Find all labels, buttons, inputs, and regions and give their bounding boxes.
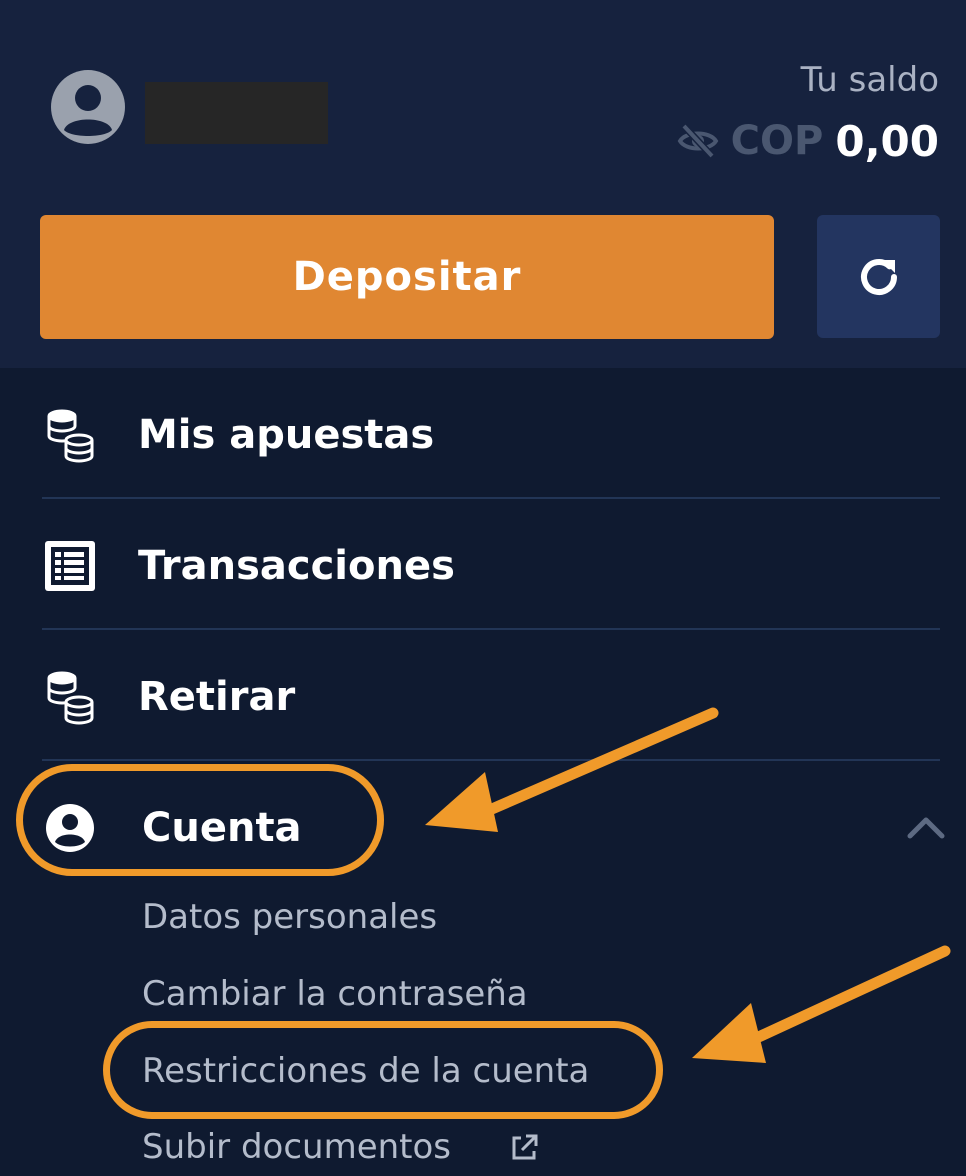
external-link-icon	[512, 1134, 538, 1160]
menu-item-label: Mis apuestas	[138, 412, 435, 458]
list-icon	[42, 538, 98, 594]
menu-item-label: Transacciones	[138, 543, 455, 589]
arrow-to-restrictions	[692, 945, 951, 1063]
menu-item-label: Cuenta	[142, 805, 302, 851]
coins-icon	[42, 407, 98, 463]
coins-icon	[42, 669, 98, 725]
menu-divider	[42, 628, 940, 630]
deposit-button[interactable]: Depositar	[40, 215, 774, 339]
account-sidebar: Tu saldo COP 0,00 Depositar Mis apuestas…	[0, 0, 966, 1176]
balance-label: Tu saldo	[800, 60, 939, 100]
refresh-balance-button[interactable]	[817, 215, 940, 338]
user-avatar-icon[interactable]	[50, 69, 126, 145]
menu-item-transactions[interactable]: Transacciones	[42, 501, 940, 631]
menu-divider	[42, 759, 940, 761]
menu-item-my-bets[interactable]: Mis apuestas	[42, 370, 940, 500]
balance-row: COP 0,00	[677, 113, 939, 169]
refresh-icon	[860, 258, 897, 295]
submenu-upload-documents[interactable]: Subir documentos	[142, 1127, 451, 1167]
submenu-personal-data[interactable]: Datos personales	[142, 897, 437, 937]
user-name-redacted	[145, 82, 328, 144]
eye-off-icon[interactable]	[677, 120, 719, 162]
menu-divider	[42, 497, 940, 499]
menu-item-label: Retirar	[138, 674, 296, 720]
menu-item-account[interactable]: Cuenta	[42, 763, 940, 893]
submenu-account-restrictions[interactable]: Restricciones de la cuenta	[142, 1051, 589, 1091]
chevron-up-icon[interactable]	[906, 812, 946, 842]
user-circle-icon	[42, 800, 98, 856]
submenu-change-password[interactable]: Cambiar la contraseña	[142, 974, 528, 1014]
balance-currency: COP	[730, 118, 824, 164]
menu-item-withdraw[interactable]: Retirar	[42, 632, 940, 762]
balance-amount: 0,00	[835, 116, 939, 166]
account-header-panel: Tu saldo COP 0,00 Depositar	[0, 0, 966, 368]
